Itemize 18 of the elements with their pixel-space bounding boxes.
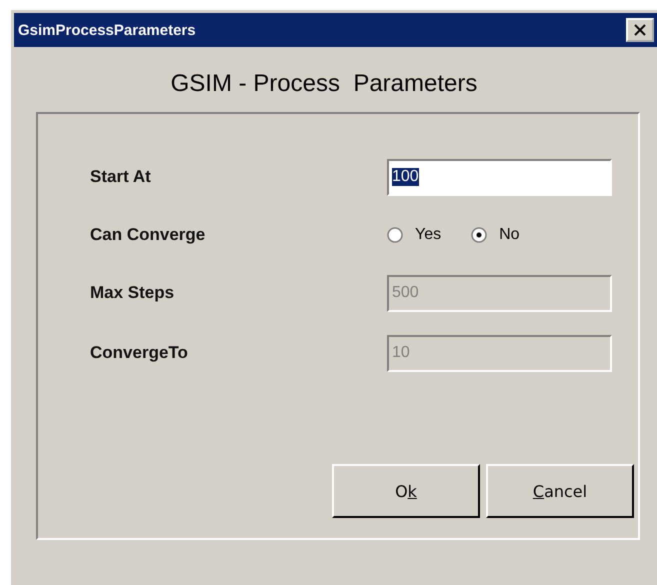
field-label: Start At [90,167,152,187]
dialog-button[interactable]: Cancel [486,464,634,518]
field-label: ConvergeTo [90,343,189,363]
field-value: 10 [392,344,410,362]
close-button[interactable] [626,18,654,42]
radio-label: Yes [415,226,442,244]
field-value: 500 [392,284,419,302]
field-label: Can Converge [90,225,206,245]
close-icon [633,24,647,36]
dialog-heading: GSIM - Process Parameters [170,69,478,98]
field-label: Max Steps [90,283,176,303]
radio-button[interactable] [387,227,403,243]
radio-label: No [499,226,520,244]
dialog-button[interactable]: Ok [332,464,480,518]
radio-button[interactable] [471,227,488,243]
input-field[interactable]: 100 [387,158,612,196]
window-title: GsimProcessParameters [18,22,196,38]
field-value: 100 [392,168,419,186]
